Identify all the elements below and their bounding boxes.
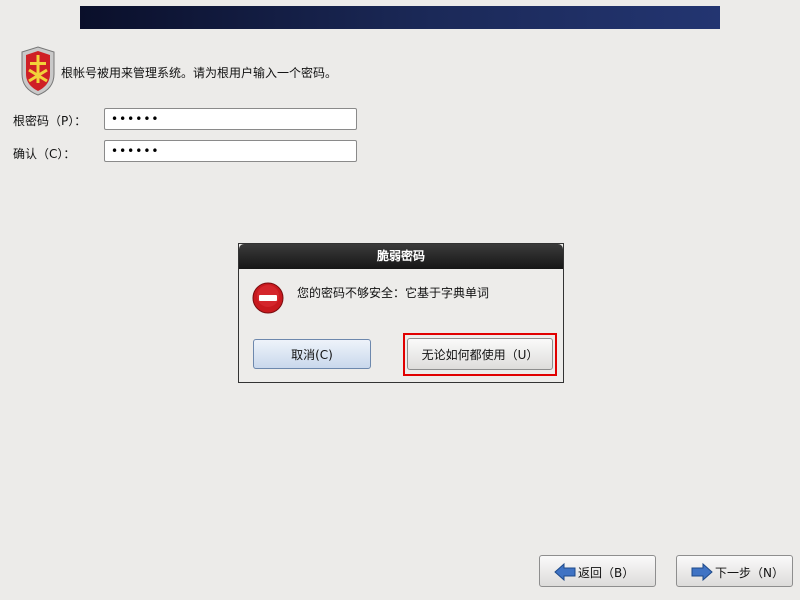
back-button-label: 返回（B） bbox=[578, 566, 635, 580]
next-arrow-icon bbox=[691, 562, 713, 582]
top-banner bbox=[80, 6, 720, 29]
dialog-message: 您的密码不够安全：它基于字典单词 bbox=[297, 286, 490, 300]
back-arrow-icon bbox=[554, 562, 576, 582]
intro-text: 根帐号被用来管理系统。请为根用户输入一个密码。 bbox=[61, 66, 338, 80]
root-password-label: 根密码（P）： bbox=[13, 114, 87, 128]
confirm-password-label: 确认（C）： bbox=[13, 147, 76, 161]
back-button[interactable]: 返回（B） bbox=[539, 555, 656, 587]
intro-section: 根帐号被用来管理系统。请为根用户输入一个密码。 bbox=[18, 46, 778, 96]
shield-icon bbox=[21, 46, 55, 96]
use-anyway-button[interactable]: 无论如何都使用（U） bbox=[407, 338, 553, 370]
weak-password-dialog: 脆弱密码 您的密码不够安全：它基于字典单词 取消(C) 无论如何都使用（U） bbox=[238, 243, 564, 383]
dialog-title: 脆弱密码 bbox=[239, 244, 563, 269]
root-password-input[interactable] bbox=[104, 108, 357, 130]
confirm-password-input[interactable] bbox=[104, 140, 357, 162]
error-icon bbox=[252, 282, 284, 314]
cancel-button[interactable]: 取消(C) bbox=[253, 339, 371, 369]
next-button[interactable]: 下一步（N） bbox=[676, 555, 793, 587]
next-button-label: 下一步（N） bbox=[715, 566, 784, 580]
